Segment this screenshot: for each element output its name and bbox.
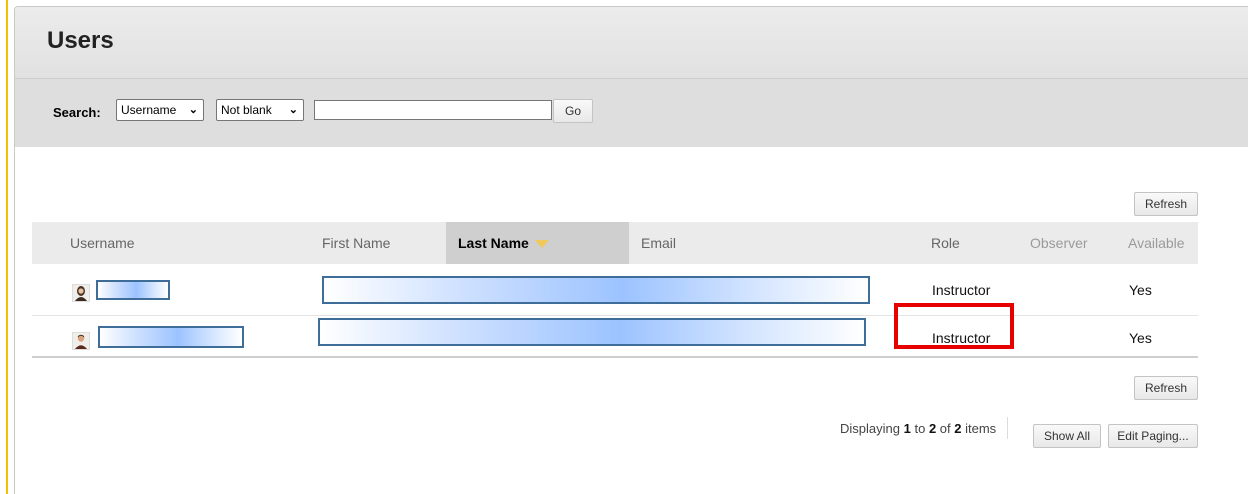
show-all-button[interactable]: Show All [1033, 424, 1101, 448]
username-redacted[interactable] [98, 326, 244, 348]
role-highlight-box [894, 303, 1014, 349]
search-bar: Search: Username ⌄ Not blank ⌄ Go [15, 79, 1248, 147]
paging-from: 1 [903, 421, 911, 436]
column-header-username[interactable]: Username [70, 222, 135, 264]
search-operator-value: Not blank [221, 103, 272, 117]
paging-total: 2 [954, 421, 962, 436]
search-field-select[interactable]: Username ⌄ [116, 99, 204, 121]
available-cell: Yes [1129, 282, 1152, 298]
search-input[interactable] [314, 100, 552, 120]
chevron-down-icon: ⌄ [188, 104, 198, 116]
sort-descending-icon [534, 240, 549, 249]
go-button[interactable]: Go [553, 99, 593, 123]
search-operator-select[interactable]: Not blank ⌄ [216, 99, 304, 121]
chevron-down-icon: ⌄ [288, 104, 298, 116]
search-label: Search: [53, 105, 101, 120]
table-bottom-rule [32, 356, 1198, 358]
paging-prefix: Displaying [840, 421, 900, 436]
page-title: Users [47, 27, 114, 54]
column-header-role[interactable]: Role [931, 222, 960, 264]
left-accent-rule [6, 0, 8, 494]
column-header-last-name-label: Last Name [458, 235, 529, 251]
column-header-last-name[interactable]: Last Name [446, 222, 629, 264]
name-email-redacted [322, 276, 870, 304]
table-header: Username First Name Last Name Email Role… [32, 222, 1198, 264]
column-header-email[interactable]: Email [641, 222, 676, 264]
female-avatar-icon [72, 284, 90, 302]
paging-to-word: to [914, 421, 926, 436]
refresh-button-top[interactable]: Refresh [1134, 192, 1198, 216]
paging-to: 2 [928, 421, 937, 436]
name-email-redacted [318, 318, 866, 346]
column-header-first-name[interactable]: First Name [322, 222, 390, 264]
paging-status: Displaying 1 to 2 of 2 items [840, 421, 996, 436]
paging-suffix: items [965, 421, 997, 436]
table-row: Instructor Yes [32, 268, 1198, 314]
username-redacted[interactable] [96, 280, 170, 300]
edit-paging-button[interactable]: Edit Paging... [1108, 424, 1198, 448]
column-header-observer: Observer [1030, 235, 1088, 251]
page-header: Users [15, 7, 1248, 79]
male-avatar-icon [72, 332, 90, 350]
column-header-available: Available [1128, 235, 1185, 251]
role-cell: Instructor [932, 282, 991, 298]
paging-of-word: of [939, 421, 951, 436]
paging-separator [1007, 417, 1008, 439]
search-field-value: Username [121, 103, 177, 117]
available-cell: Yes [1129, 330, 1152, 346]
refresh-button-bottom[interactable]: Refresh [1134, 376, 1198, 400]
